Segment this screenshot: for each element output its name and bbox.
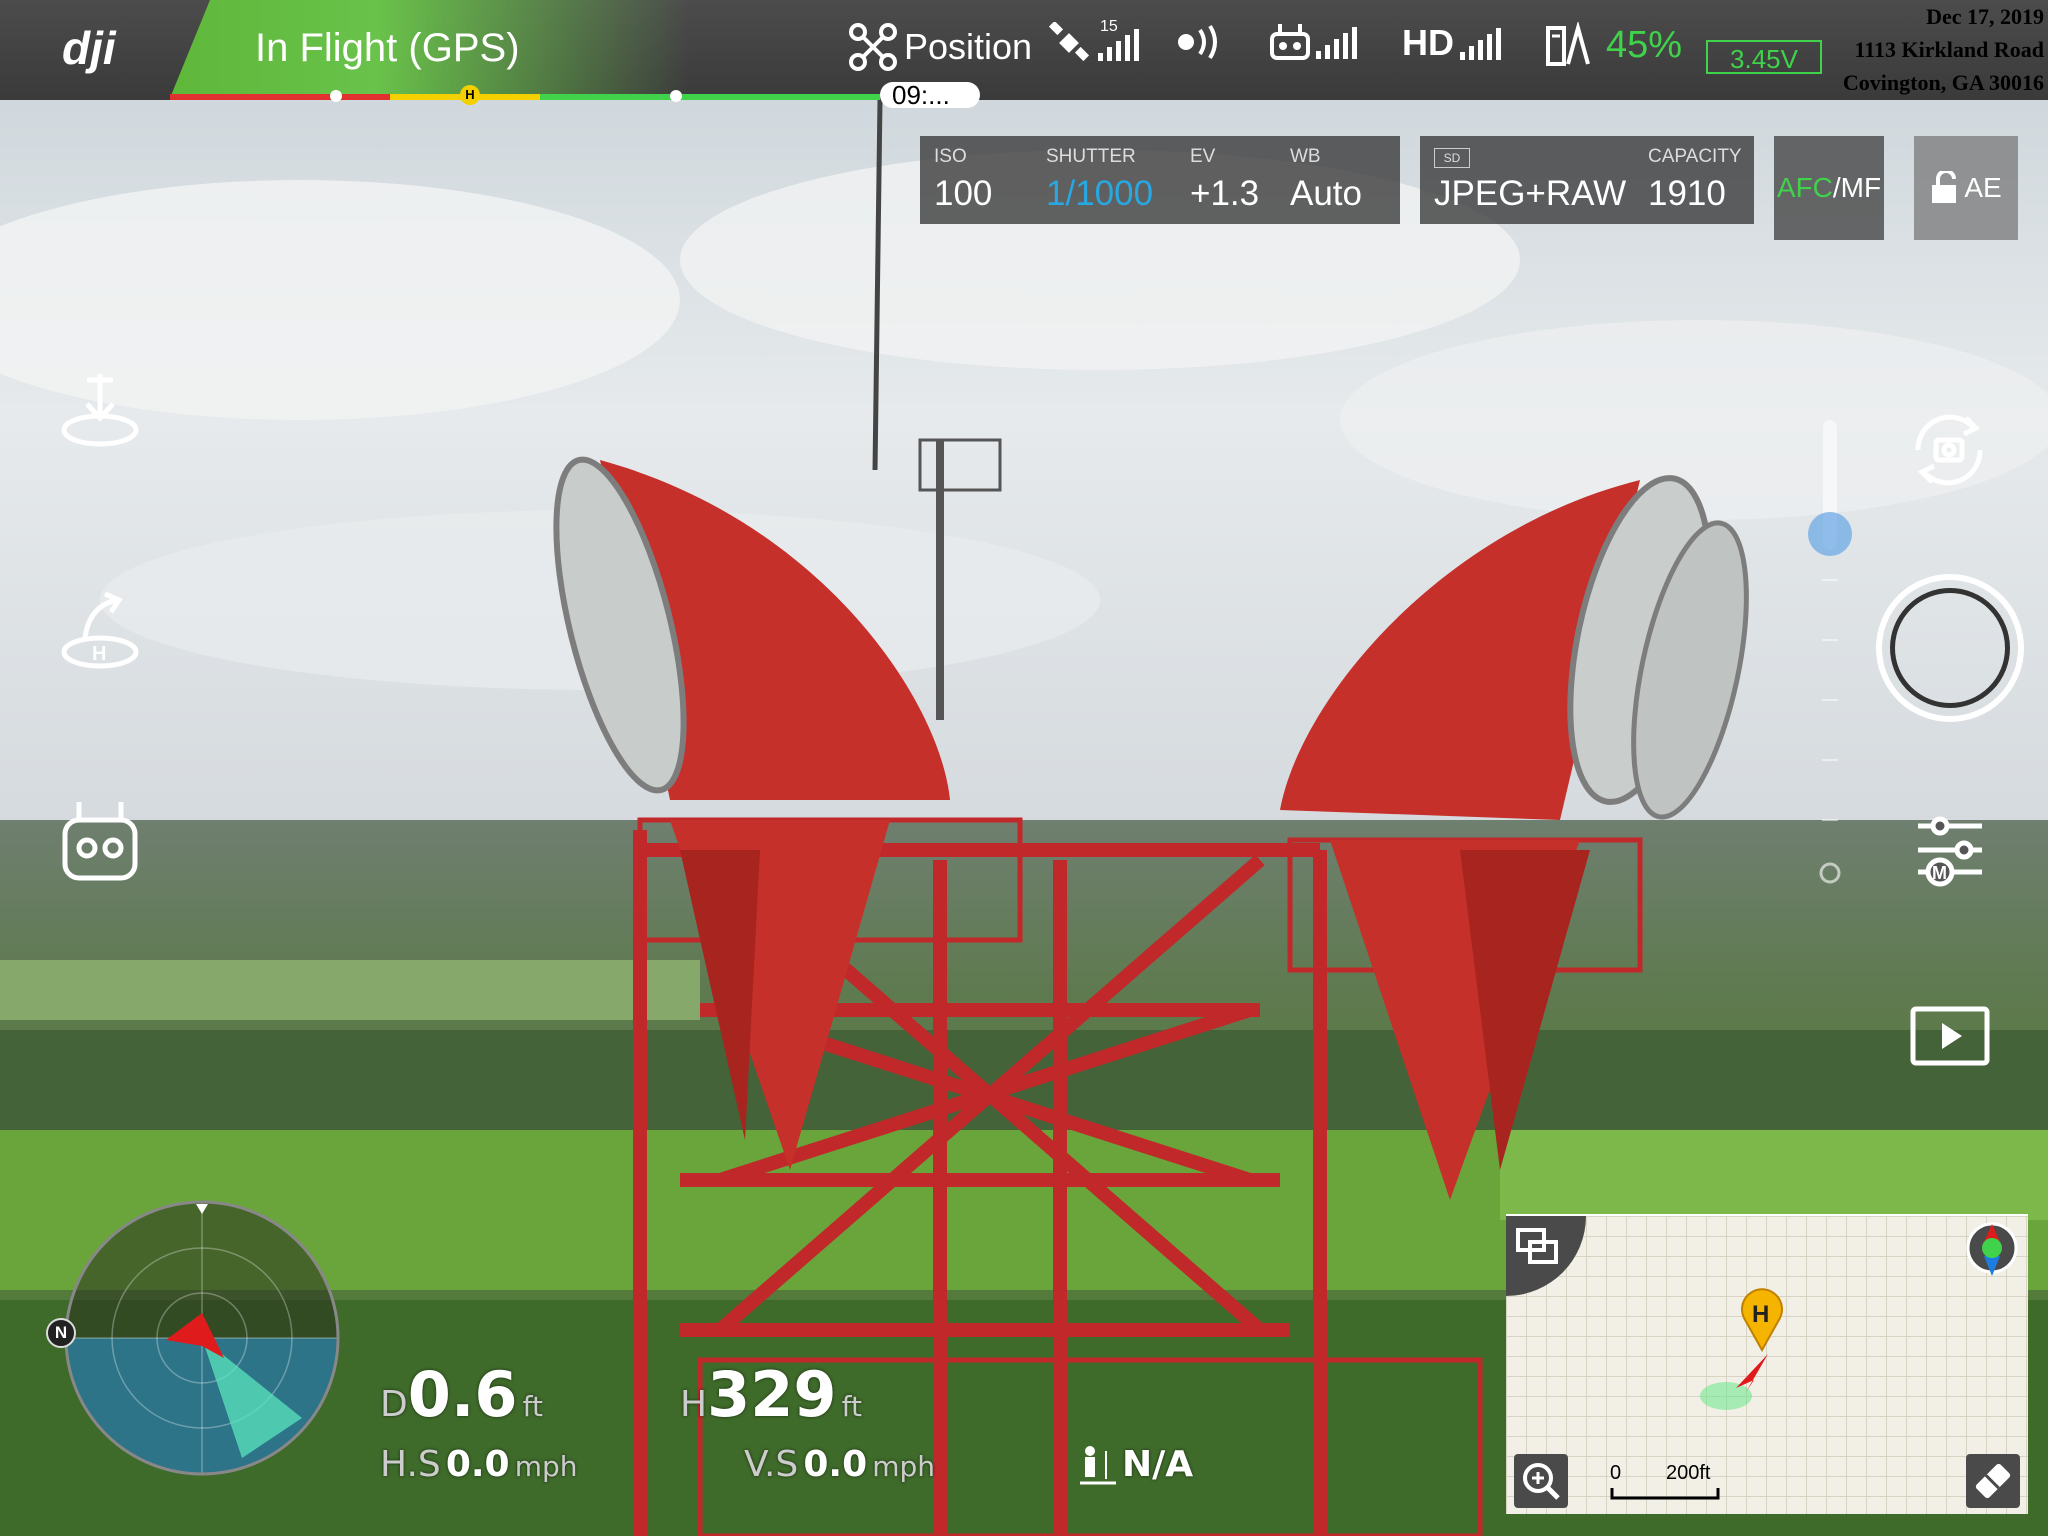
gps-status[interactable]: 15 — [1048, 18, 1139, 66]
north-indicator: N — [46, 1318, 76, 1348]
ae-lock-button[interactable]: AE — [1914, 136, 2018, 240]
sd-card-icon: SD — [1434, 148, 1470, 168]
swap-view-icon — [1516, 1228, 1558, 1264]
satellite-icon — [1048, 22, 1090, 62]
camera-mode-switch-icon[interactable] — [1904, 410, 1994, 490]
obstacle-sensing-icon — [1178, 24, 1217, 60]
vertical-speed-readout: V.S 0.0 mph — [744, 1444, 935, 1485]
map-scale-bar — [1610, 1488, 1720, 1500]
focus-mode-button[interactable]: AFC/MF — [1774, 136, 1884, 240]
address-line-2: Covington, GA 30016 — [1842, 70, 2044, 95]
iso-value: 100 — [934, 174, 993, 213]
mini-map[interactable]: H 0 200ft — [1506, 1214, 2028, 1514]
attitude-radar — [64, 1200, 340, 1476]
remote-controller-mode-icon[interactable] — [55, 796, 145, 886]
video-signal-bars — [1460, 26, 1501, 60]
scale-start: 0 — [1610, 1462, 1622, 1484]
top-status-bar: dji In Flight (GPS) H 09:... Position 15 — [0, 0, 2048, 108]
map-zoom-button[interactable] — [1514, 1454, 1568, 1508]
zoom-in-icon — [1523, 1463, 1560, 1500]
home-marker-icon: H — [460, 85, 480, 105]
shutter-label: SHUTTER — [1046, 146, 1136, 167]
progress-marker — [670, 90, 682, 102]
scale-end: 200ft — [1666, 1462, 1711, 1484]
aircraft-position-icon — [1700, 1354, 1768, 1410]
mf-label: /MF — [1832, 172, 1882, 203]
position-label: Position — [904, 26, 1033, 67]
unlock-icon — [1932, 171, 1957, 203]
height-unit: ft — [841, 1390, 862, 1423]
video-link-status[interactable]: HD — [1402, 22, 1501, 64]
gimbal-scale — [1819, 579, 1841, 884]
ev-label: EV — [1190, 146, 1216, 167]
progress-marker — [330, 90, 342, 102]
camera-exposure-panel[interactable]: ISO 100 SHUTTER 1/1000 EV +1.3 WB Auto — [920, 136, 1400, 224]
svg-text:H: H — [92, 643, 106, 665]
hs-label: H.S — [380, 1444, 441, 1485]
shutter-button[interactable] — [1876, 574, 2024, 722]
hd-label: HD — [1402, 22, 1454, 63]
vs-label: V.S — [744, 1444, 799, 1485]
vision-status[interactable] — [1176, 22, 1228, 62]
battery-status[interactable]: 45% — [1544, 22, 1682, 68]
remote-controller-icon — [1270, 24, 1310, 60]
rc-signal-bars — [1316, 25, 1357, 59]
map-toggle-button[interactable] — [1506, 1216, 1586, 1296]
capacity-label: CAPACITY — [1648, 146, 1742, 167]
vs-value: 0.0 — [803, 1444, 868, 1485]
distance-readout: D0.6 ft — [380, 1358, 543, 1431]
rc-signal-status[interactable] — [1270, 22, 1357, 62]
height-readout: H329 ft — [680, 1358, 862, 1431]
shutter-value: 1/1000 — [1046, 174, 1154, 213]
distance-value: 0.6 — [407, 1358, 518, 1431]
return-to-home-icon[interactable]: H — [55, 586, 145, 676]
afc-label: AFC — [1776, 172, 1833, 203]
satellite-count: 15 — [1100, 18, 1118, 35]
svg-text:M: M — [1932, 863, 1947, 883]
vps-height-icon — [1080, 1445, 1116, 1484]
date-stamp: Dec 17, 2019 — [1926, 4, 2044, 29]
battery-voltage: 3.45V — [1706, 40, 1822, 74]
hs-value: 0.0 — [445, 1444, 510, 1485]
drone-icon — [849, 23, 897, 71]
flight-progress-bar: H — [170, 85, 880, 105]
flight-time: 09:... — [880, 82, 980, 108]
vps-value: N/A — [1122, 1444, 1194, 1485]
svg-text:dji: dji — [62, 22, 117, 74]
eraser-icon — [1975, 1463, 2011, 1499]
ae-label: AE — [1964, 172, 2002, 203]
gimbal-slider-handle[interactable] — [1808, 512, 1852, 556]
camera-settings-icon[interactable]: M — [1910, 810, 1990, 890]
hs-unit: mph — [514, 1450, 578, 1483]
clear-path-button[interactable] — [1966, 1454, 2020, 1508]
flight-mode-label: In Flight (GPS) — [255, 26, 520, 70]
distance-label: D — [380, 1384, 408, 1425]
horizontal-speed-readout: H.S 0.0 mph — [380, 1444, 578, 1485]
height-value: 329 — [707, 1358, 837, 1431]
address-line-1: 1113 Kirkland Road — [1854, 37, 2044, 62]
compass-recenter-icon[interactable] — [1964, 1220, 2020, 1280]
battery-icon — [1546, 22, 1590, 66]
height-label: H — [680, 1384, 708, 1425]
photo-metadata: Dec 17, 2019 1113 Kirkland Road Covingto… — [1843, 0, 2044, 99]
flight-mode-status[interactable]: Position — [848, 22, 1032, 72]
iso-label: ISO — [934, 146, 967, 167]
ev-value: +1.3 — [1190, 174, 1260, 213]
distance-unit: ft — [522, 1390, 544, 1423]
wb-label: WB — [1290, 146, 1321, 167]
vs-unit: mph — [872, 1450, 936, 1483]
image-format: JPEG+RAW — [1434, 174, 1627, 213]
vps-readout: N/A — [1080, 1444, 1193, 1485]
dji-logo[interactable]: dji — [62, 22, 152, 78]
storage-panel[interactable]: SD CAPACITY JPEG+RAW 1910 — [1420, 136, 1754, 224]
auto-takeoff-icon[interactable] — [55, 366, 145, 456]
battery-percent: 45% — [1606, 23, 1683, 66]
svg-text:H: H — [1752, 1301, 1769, 1328]
capacity-value: 1910 — [1648, 174, 1726, 213]
wb-value: Auto — [1290, 174, 1362, 213]
playback-icon[interactable] — [1910, 1006, 1990, 1066]
